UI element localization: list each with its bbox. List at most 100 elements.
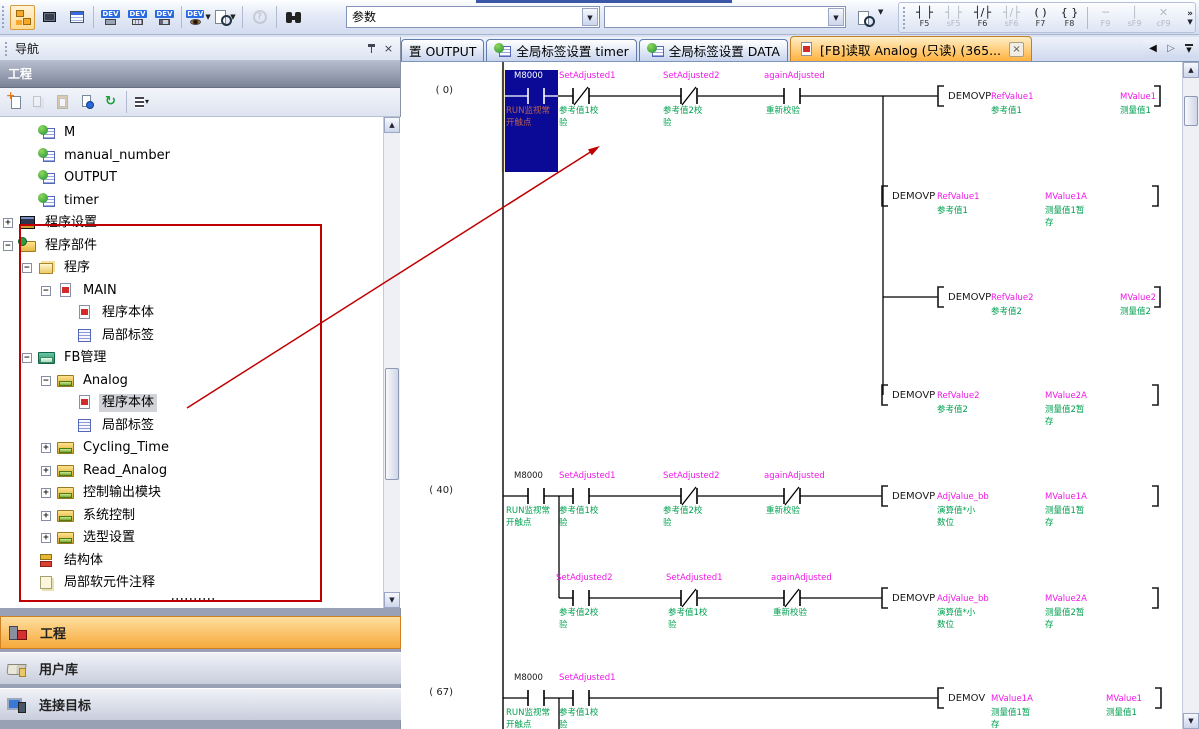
collapse-icon[interactable]: − <box>22 353 32 363</box>
ladder-tool-f9[interactable]: ─F9 <box>1091 4 1120 31</box>
refresh-button[interactable] <box>100 91 122 113</box>
tab-3[interactable]: 全局标签设置 DATA <box>639 39 788 61</box>
ladder-contact-SetAdjusted2[interactable]: SetAdjusted2参考值2校验 <box>663 71 720 128</box>
project-view-button[interactable] <box>10 5 35 30</box>
ladder-tool-f8[interactable]: { }F8 <box>1055 4 1084 31</box>
close-icon[interactable]: × <box>380 41 397 57</box>
expand-icon[interactable]: + <box>3 218 13 228</box>
scroll-up-icon[interactable]: ▲ <box>384 117 400 133</box>
ladder-tool-cf9[interactable]: ✕cF9 <box>1149 4 1178 31</box>
expand-icon[interactable]: + <box>41 488 51 498</box>
expand-icon[interactable]: + <box>41 443 51 453</box>
ladder-contact-SetAdjusted1[interactable]: SetAdjusted1参考值1校验 <box>559 71 616 128</box>
tab-4[interactable]: [FB]读取 Analog (只读) (365...× <box>790 36 1032 61</box>
tree-scrollbar-thumb[interactable] <box>385 368 399 480</box>
tree-item-Read_Analog[interactable]: +Read_Analog <box>0 460 401 483</box>
device-search-button[interactable]: ▼ <box>213 5 238 30</box>
ladder-instruction-DEMOVP[interactable]: DEMOVPRefValue1参考值1MValue1测量值1 <box>938 86 1160 116</box>
parameter-combobox[interactable]: 参数 ▼ <box>346 6 600 28</box>
collapse-icon[interactable]: − <box>41 286 51 296</box>
panel-button-连接目标[interactable]: 连接目标 <box>0 688 401 721</box>
tree-item-局部标签[interactable]: 局部标签 <box>0 325 401 348</box>
new-item-button[interactable] <box>4 91 26 113</box>
ladder-editor-canvas[interactable]: M8000RUN监视常开触点SetAdjusted1参考值1校验SetAdjus… <box>401 62 1181 729</box>
expand-icon[interactable]: + <box>41 466 51 476</box>
find-button[interactable] <box>281 5 306 30</box>
module-button[interactable] <box>37 5 62 30</box>
tab-2[interactable]: 全局标签设置 timer <box>486 39 636 61</box>
ladder-tool-f5[interactable]: ┤ ├F5 <box>910 4 939 31</box>
tab-1[interactable]: 置 OUTPUT <box>401 39 484 61</box>
ladder-contact-SetAdjusted2[interactable]: SetAdjusted2参考值2校验 <box>663 471 720 528</box>
dev-network-button[interactable]: DEV <box>152 5 177 30</box>
dev-table-button[interactable]: DEV <box>125 5 150 30</box>
scroll-up-icon[interactable]: ▲ <box>1183 62 1199 78</box>
tree-item-程序部件[interactable]: −程序部件 <box>0 235 401 258</box>
ladder-contact-SetAdjusted2[interactable]: SetAdjusted2参考值2校验 <box>556 573 613 630</box>
sort-filter-button[interactable] <box>131 91 153 113</box>
tree-item-程序[interactable]: −程序 <box>0 257 401 280</box>
secondary-combobox[interactable]: ▼ <box>604 6 846 28</box>
ladder-instruction-DEMOV[interactable]: DEMOVMValue1A测量值1暂存MValue1测量值1 <box>938 688 1161 729</box>
ladder-instruction-DEMOVP[interactable]: DEMOVPRefValue2参考值2MValue2测量值2 <box>938 287 1160 317</box>
dev-find-button[interactable]: DEV <box>98 5 123 30</box>
ladder-contact-SetAdjusted1[interactable]: SetAdjusted1参考值1校验 <box>559 471 616 528</box>
ladder-tool-sf9[interactable]: │sF9 <box>1120 4 1149 31</box>
tree-item-程序设置[interactable]: +程序设置 <box>0 212 401 235</box>
tree-item-Analog[interactable]: −Analog <box>0 370 401 393</box>
tree-item-timer[interactable]: timer <box>0 190 401 213</box>
tree-item-控制输出模块[interactable]: +控制输出模块 <box>0 482 401 505</box>
ladder-tool-sf5[interactable]: ┤ ├sF5 <box>939 4 968 31</box>
tab-scroll-left-icon[interactable]: ◀ <box>1145 40 1161 58</box>
ladder-instruction-DEMOVP[interactable]: DEMOVPRefValue1参考值1MValue1A测量值1暂存 <box>882 186 1158 228</box>
output-window-button[interactable] <box>64 5 89 30</box>
ladder-toolbar-overflow[interactable]: »▼ <box>1187 10 1193 26</box>
ladder-instruction-DEMOVP[interactable]: DEMOVPAdjValue_bb演算值*小数位MValue1A测量值1暂存 <box>882 486 1158 528</box>
ladder-instruction-DEMOVP[interactable]: DEMOVPRefValue2参考值2MValue2A测量值2暂存 <box>882 385 1158 427</box>
tree-item-结构体[interactable]: 结构体 <box>0 550 401 573</box>
ladder-instruction-DEMOVP[interactable]: DEMOVPAdjValue_bb演算值*小数位MValue2A测量值2暂存 <box>882 588 1158 630</box>
print-preview-button[interactable] <box>852 5 877 30</box>
tree-item-M[interactable]: M <box>0 122 401 145</box>
tree-item-manual_number[interactable]: manual_number <box>0 145 401 168</box>
close-icon[interactable]: × <box>1009 42 1024 57</box>
ladder-tool-sf6[interactable]: ┤/├sF6 <box>997 4 1026 31</box>
ladder-tool-f6[interactable]: ┤/├F6 <box>968 4 997 31</box>
panel-button-工程[interactable]: 工程 <box>0 616 401 649</box>
tree-scrollbar[interactable]: ▲ ▼ <box>383 117 400 608</box>
tree-item-Cycling_Time[interactable]: +Cycling_Time <box>0 437 401 460</box>
panel-button-用户库[interactable]: 用户库 <box>0 652 401 685</box>
toolbar-grip[interactable] <box>2 6 7 28</box>
collapse-icon[interactable]: − <box>3 241 13 251</box>
tree-item-MAIN[interactable]: −MAIN <box>0 280 401 303</box>
ladder-contact-SetAdjusted1[interactable]: SetAdjusted1参考值1校验 <box>559 673 616 729</box>
tree-item-局部标签[interactable]: 局部标签 <box>0 415 401 438</box>
chevron-down-icon[interactable]: ▼ <box>828 8 844 26</box>
tree-item-选型设置[interactable]: +选型设置 <box>0 527 401 550</box>
pin-icon[interactable] <box>363 41 380 57</box>
collapse-icon[interactable]: − <box>22 263 32 273</box>
expand-icon[interactable]: + <box>41 511 51 521</box>
expand-icon[interactable]: + <box>41 533 51 543</box>
collapse-icon[interactable]: − <box>41 376 51 386</box>
editor-scrollbar[interactable]: ▲ ▼ <box>1182 62 1199 729</box>
tab-menu-icon[interactable]: ▼ <box>1181 40 1197 58</box>
ladder-contact-againAdjusted[interactable]: againAdjusted重新校验 <box>764 71 825 116</box>
copy-button[interactable] <box>28 91 50 113</box>
tab-scroll-right-icon[interactable]: ▷ <box>1163 40 1179 58</box>
ladder-contact-againAdjusted[interactable]: againAdjusted重新校验 <box>764 471 825 516</box>
editor-scrollbar-thumb[interactable] <box>1184 96 1198 126</box>
chevron-down-icon[interactable]: ▼ <box>582 8 598 26</box>
ladder-contact-M8000[interactable]: M8000RUN监视常开触点 <box>506 471 550 528</box>
tree-item-FB管理[interactable]: −FB管理 <box>0 347 401 370</box>
ladder-contact-SetAdjusted1[interactable]: SetAdjusted1参考值1校验 <box>666 573 723 630</box>
ladder-contact-M8000[interactable]: M8000RUN监视常开触点 <box>506 673 550 729</box>
ladder-tool-f7[interactable]: ( )F7 <box>1026 4 1055 31</box>
help-button[interactable]: ? <box>247 5 272 30</box>
tree-item-系统控制[interactable]: +系统控制 <box>0 505 401 528</box>
paste-button[interactable] <box>52 91 74 113</box>
ladder-contact-againAdjusted[interactable]: againAdjusted重新校验 <box>771 573 832 618</box>
tree-item-OUTPUT[interactable]: OUTPUT <box>0 167 401 190</box>
property-button[interactable] <box>76 91 98 113</box>
toolbar-overflow-button[interactable]: ▼ <box>878 8 883 16</box>
